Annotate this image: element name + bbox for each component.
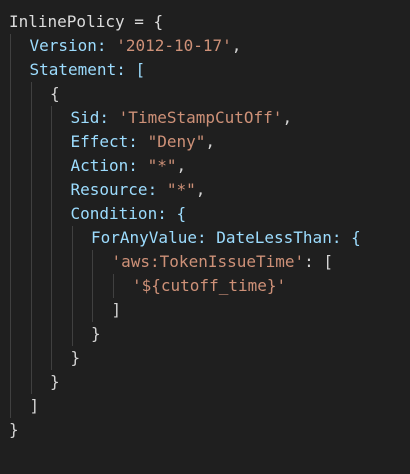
code-line: Statement: [ xyxy=(30,58,146,82)
code-token: } xyxy=(70,348,81,367)
code-token: , xyxy=(205,132,215,151)
code-line: Version: '2012-10-17', xyxy=(30,34,242,58)
code-token: } xyxy=(50,372,60,391)
code-token: '2012-10-17' xyxy=(116,36,232,55)
indent-guide xyxy=(112,274,114,298)
code-line: '${cutoff_time}' xyxy=(132,274,286,298)
code-token: : [ xyxy=(304,252,334,271)
code-token: Statement: [ xyxy=(29,60,146,79)
indent-guide xyxy=(30,82,32,394)
code-line: Resource: "*", xyxy=(71,178,206,202)
code-token: , xyxy=(176,156,187,175)
indent-guide xyxy=(92,250,93,322)
code-token: , xyxy=(195,180,206,199)
code-line: Sid: 'TimeStampCutOff', xyxy=(71,106,293,130)
code-token: Sid: xyxy=(70,108,119,127)
code-token: '${cutoff_time}' xyxy=(132,276,287,295)
code-token: Effect: xyxy=(70,132,148,151)
code-line: ForAnyValue: DateLessThan: { xyxy=(91,226,361,250)
code-line: } xyxy=(91,322,101,346)
code-line: ] xyxy=(30,394,40,418)
indent-guide xyxy=(71,226,73,346)
code-token: 'aws:TokenIssueTime' xyxy=(111,252,305,271)
code-token: } xyxy=(91,324,101,343)
code-editor[interactable]: InlinePolicy = { Version: '2012-10-17', St… xyxy=(0,0,410,474)
code-token: "*" xyxy=(147,156,177,175)
code-token: { xyxy=(50,84,60,103)
code-token: ] xyxy=(29,396,40,415)
code-token: Version: xyxy=(29,36,117,55)
code-line: InlinePolicy = { xyxy=(9,10,163,34)
code-line: Effect: "Deny", xyxy=(71,130,216,154)
code-token: "Deny" xyxy=(147,132,206,151)
code-token: , xyxy=(231,36,242,55)
code-line: } xyxy=(50,370,60,394)
code-token: 'TimeStampCutOff' xyxy=(118,108,283,127)
indent-guide xyxy=(51,106,52,370)
code-token: "*" xyxy=(166,180,196,199)
code-line: { xyxy=(50,82,60,106)
code-token: Action: xyxy=(70,156,148,175)
code-token: InlinePolicy = { xyxy=(9,12,164,31)
code-token: } xyxy=(9,420,19,439)
code-line: Condition: { xyxy=(71,202,187,226)
code-token: ForAnyValue: DateLessThan: { xyxy=(91,228,361,247)
indent-guide xyxy=(10,34,11,418)
code-line: Action: "*", xyxy=(71,154,187,178)
code-token: Condition: { xyxy=(70,204,187,223)
code-token: ] xyxy=(111,300,122,319)
code-line: ] xyxy=(112,298,122,322)
code-token: , xyxy=(282,108,293,127)
code-token: Resource: xyxy=(70,180,167,199)
code-line: } xyxy=(71,346,81,370)
code-line: 'aws:TokenIssueTime': [ xyxy=(112,250,334,274)
code-line: } xyxy=(9,418,19,442)
